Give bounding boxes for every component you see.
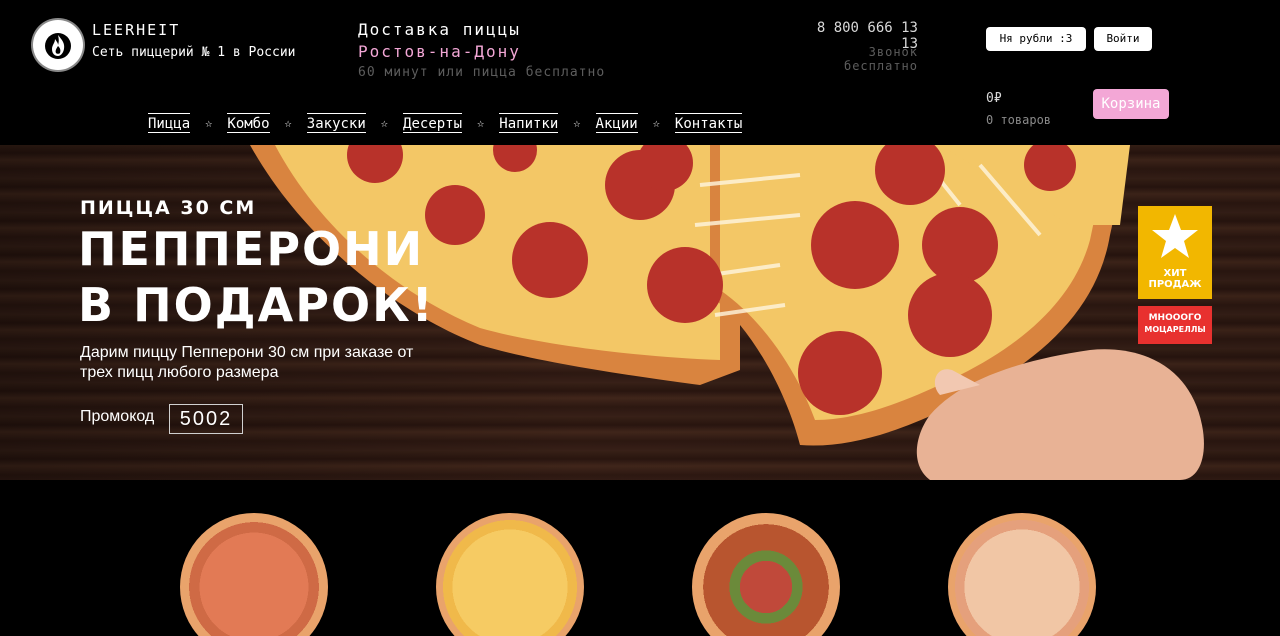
site-header: LEERHEIT Сеть пиццерий № 1 в России Дост…: [0, 0, 1280, 145]
cart-count: 0 товаров: [986, 113, 1052, 127]
brand-name: LEERHEIT: [92, 21, 181, 39]
delivery-city[interactable]: Ростов-на-Дону: [358, 42, 605, 61]
nav-item-snacks[interactable]: Закуски: [306, 113, 366, 133]
hero-title-line1: ПЕППЕРОНИ: [78, 222, 425, 276]
pizza-ham-icon[interactable]: [180, 513, 328, 636]
logo-flame-icon[interactable]: [33, 20, 83, 70]
nav-item-combo[interactable]: Комбо: [227, 113, 270, 133]
bestseller-label: ХИТ ПРОДАЖ: [1148, 268, 1202, 290]
delivery-info: Доставка пиццы Ростов-на-Дону 60 минут и…: [358, 20, 605, 80]
promo-label: Промокод: [80, 408, 155, 425]
star-separator-icon: ☆: [380, 116, 389, 130]
star-separator-icon: ☆: [477, 116, 485, 130]
cart-button[interactable]: Корзина: [1093, 89, 1169, 119]
nav-item-desserts[interactable]: Десерты: [403, 113, 463, 133]
mozzarella-badge: МНОООГО МОЦАРЕЛЛЫ: [1138, 306, 1212, 344]
mozzarella-line1: МНОООГО: [1148, 313, 1202, 323]
brand-tagline: Сеть пиццерий № 1 в России: [92, 45, 296, 60]
nav-item-promos[interactable]: Акции: [595, 113, 638, 133]
star-icon: [1152, 214, 1198, 258]
star-separator-icon: ☆: [284, 116, 292, 130]
mozzarella-line2: МОЦАРЕЛЛЫ: [1144, 325, 1206, 334]
nav-item-pizza[interactable]: Пицца: [148, 113, 191, 133]
hero-subtitle: ПИЦЦА 30 СМ: [80, 197, 257, 219]
pizza-chicken-icon[interactable]: [948, 513, 1096, 636]
star-separator-icon: ☆: [652, 116, 660, 130]
main-nav: Пицца ☆ Комбо ☆ Закуски ☆ Десерты ☆ Напи…: [148, 113, 743, 133]
currency-button[interactable]: Ня рубли :3: [986, 27, 1086, 51]
cart-sum: 0₽: [986, 91, 1002, 106]
login-button[interactable]: Войти: [1094, 27, 1152, 51]
hero-title: ПЕППЕРОНИ В ПОДАРОК!: [78, 221, 435, 333]
delivery-promise: 60 минут или пицца бесплатно: [358, 65, 606, 80]
hero-banner[interactable]: ПИЦЦА 30 СМ ПЕППЕРОНИ В ПОДАРОК! Дарим п…: [0, 145, 1280, 480]
hero-title-line2: В ПОДАРОК!: [78, 278, 435, 332]
star-separator-icon: ☆: [573, 116, 581, 130]
pizza-cheese-icon[interactable]: [436, 513, 584, 636]
hero-description: Дарим пиццу Пепперони 30 см при заказе о…: [80, 344, 414, 381]
nav-item-drinks[interactable]: Напитки: [499, 113, 559, 133]
nav-item-contacts[interactable]: Контакты: [674, 113, 743, 133]
products-section: [0, 480, 1280, 636]
star-separator-icon: ☆: [205, 116, 213, 130]
promo-code[interactable]: 5002: [169, 404, 243, 434]
pizza-supreme-icon[interactable]: [692, 513, 840, 636]
phone-note: Звонок бесплатно: [843, 45, 918, 73]
delivery-title: Доставка пиццы: [358, 20, 521, 39]
bestseller-badge: ХИТ ПРОДАЖ: [1138, 206, 1212, 299]
